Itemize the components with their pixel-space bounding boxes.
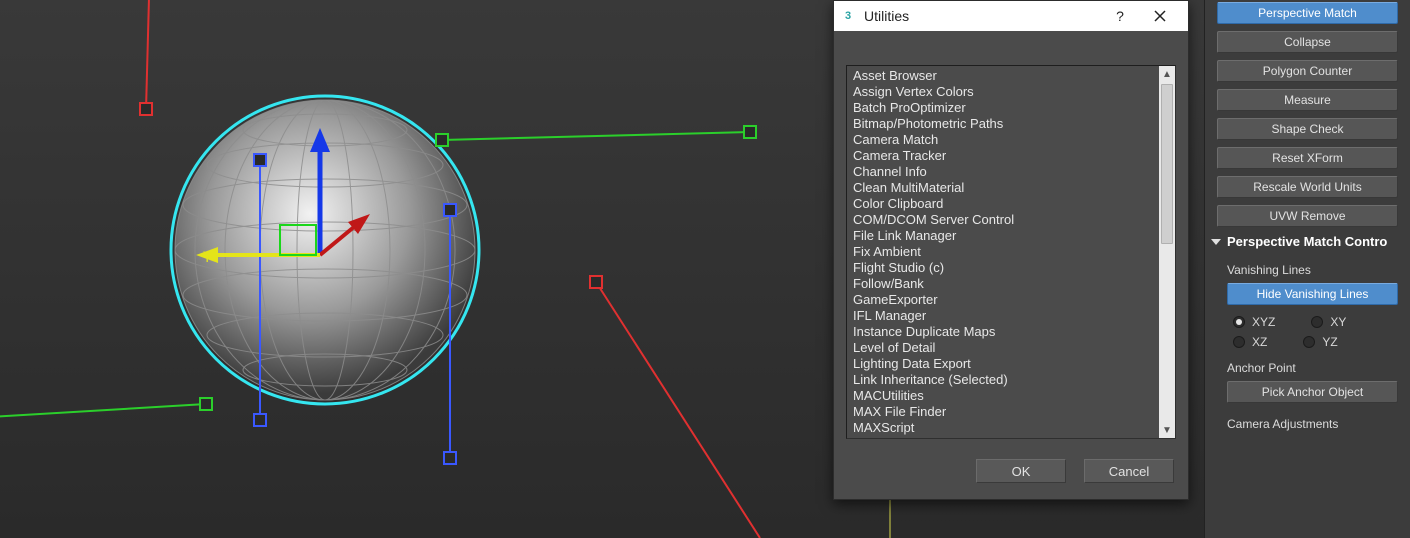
list-item[interactable]: File Link Manager [853, 228, 1153, 244]
radio-label: XYZ [1252, 315, 1275, 329]
rescale-world-units-button[interactable]: Rescale World Units [1217, 176, 1398, 198]
app-icon: 3 [840, 8, 856, 24]
list-item[interactable]: Asset Browser [853, 68, 1153, 84]
command-panel: Perspective Match Collapse Polygon Counter… [1204, 0, 1410, 538]
list-item[interactable]: Color Clipboard [853, 196, 1153, 212]
ok-button[interactable]: OK [976, 459, 1066, 483]
dialog-title: Utilities [864, 8, 1100, 24]
radio-dot-icon [1233, 316, 1245, 328]
list-item[interactable]: Camera Match [853, 132, 1153, 148]
polygon-counter-button[interactable]: Polygon Counter [1217, 60, 1398, 82]
list-item[interactable]: Level of Detail [853, 340, 1153, 356]
hide-vanishing-lines-button[interactable]: Hide Vanishing Lines [1227, 283, 1398, 305]
list-item[interactable]: Assign Vertex Colors [853, 84, 1153, 100]
collapse-button[interactable]: Collapse [1217, 31, 1398, 53]
measure-button[interactable]: Measure [1217, 89, 1398, 111]
viewport[interactable]: Y [0, 0, 1410, 538]
list-item[interactable]: MAX File Finder [853, 404, 1153, 420]
utility-listbox[interactable]: Asset BrowserAssign Vertex ColorsBatch P… [846, 65, 1176, 439]
radio-label: XZ [1252, 335, 1267, 349]
radio-dot-icon [1303, 336, 1315, 348]
camera-adjustments-label: Camera Adjustments [1227, 417, 1398, 431]
list-item[interactable]: Fix Ambient [853, 244, 1153, 260]
list-item[interactable]: Channel Info [853, 164, 1153, 180]
chevron-down-icon [1211, 239, 1221, 245]
perspective-match-button[interactable]: Perspective Match [1217, 2, 1398, 24]
utilities-dialog: 3 Utilities ? Asset BrowserAssign Vertex… [833, 0, 1189, 500]
radio-label: XY [1330, 315, 1346, 329]
scroll-down-icon[interactable]: ▼ [1159, 422, 1175, 438]
help-icon[interactable]: ? [1100, 1, 1140, 31]
list-item[interactable]: Motion Capture [853, 436, 1153, 439]
dialog-titlebar[interactable]: 3 Utilities ? [834, 1, 1188, 31]
radio-yz[interactable]: YZ [1303, 335, 1337, 349]
vanishing-lines-label: Vanishing Lines [1227, 263, 1398, 277]
uvw-remove-button[interactable]: UVW Remove [1217, 205, 1398, 227]
list-item[interactable]: MACUtilities [853, 388, 1153, 404]
listbox-scrollbar[interactable]: ▲ ▼ [1159, 66, 1175, 438]
cancel-button[interactable]: Cancel [1084, 459, 1174, 483]
list-item[interactable]: Follow/Bank [853, 276, 1153, 292]
radio-label: YZ [1322, 335, 1337, 349]
reset-xform-button[interactable]: Reset XForm [1217, 147, 1398, 169]
list-item[interactable]: GameExporter [853, 292, 1153, 308]
list-item[interactable]: Camera Tracker [853, 148, 1153, 164]
list-item[interactable]: Lighting Data Export [853, 356, 1153, 372]
list-item[interactable]: Flight Studio (c) [853, 260, 1153, 276]
scroll-thumb[interactable] [1161, 84, 1173, 244]
rollout-header[interactable]: Perspective Match Contro [1205, 234, 1410, 249]
list-item[interactable]: Instance Duplicate Maps [853, 324, 1153, 340]
radio-xz[interactable]: XZ [1233, 335, 1267, 349]
rollout-title: Perspective Match Contro [1227, 234, 1387, 249]
radio-xyz[interactable]: XYZ [1233, 315, 1275, 329]
radio-xy[interactable]: XY [1311, 315, 1346, 329]
radio-dot-icon [1311, 316, 1323, 328]
list-item[interactable]: COM/DCOM Server Control [853, 212, 1153, 228]
anchor-point-label: Anchor Point [1227, 361, 1398, 375]
radio-dot-icon [1233, 336, 1245, 348]
list-item[interactable]: IFL Manager [853, 308, 1153, 324]
list-item[interactable]: MAXScript [853, 420, 1153, 436]
list-item[interactable]: Bitmap/Photometric Paths [853, 116, 1153, 132]
list-item[interactable]: Clean MultiMaterial [853, 180, 1153, 196]
svg-text:Y: Y [203, 250, 212, 266]
list-item[interactable]: Batch ProOptimizer [853, 100, 1153, 116]
close-icon[interactable] [1140, 1, 1180, 31]
shape-check-button[interactable]: Shape Check [1217, 118, 1398, 140]
scroll-up-icon[interactable]: ▲ [1159, 66, 1175, 82]
pick-anchor-object-button[interactable]: Pick Anchor Object [1227, 381, 1398, 403]
list-item[interactable]: Link Inheritance (Selected) [853, 372, 1153, 388]
